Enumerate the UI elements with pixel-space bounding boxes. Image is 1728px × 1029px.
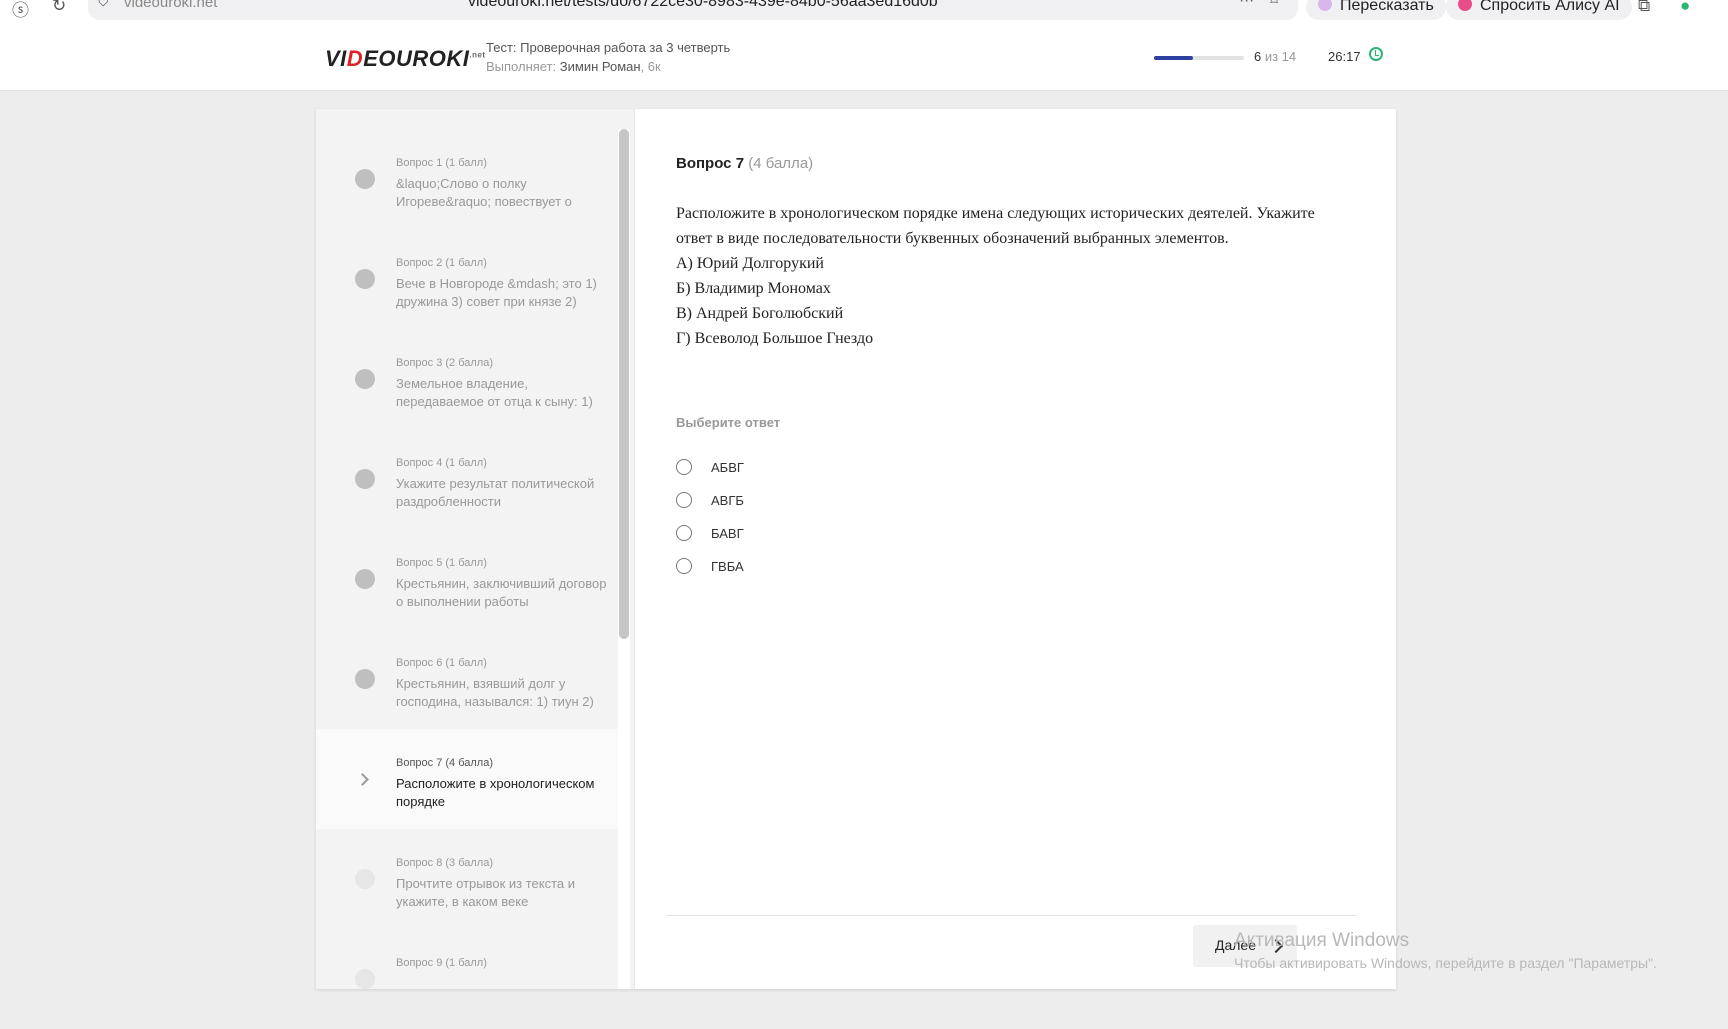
question-head: Вопрос 1 (1 балл): [396, 157, 487, 169]
progress-total: из 14: [1261, 49, 1297, 64]
question-preview: Земельное владение, передаваемое от отца…: [396, 376, 593, 409]
sidebar-question-6[interactable]: Вопрос 6 (1 балл) Крестьянин, взявший до…: [316, 629, 618, 729]
question-head: Вопрос 7 (4 балла): [396, 757, 493, 769]
question-head: Вопрос 5 (1 балл): [396, 557, 487, 569]
alarm-clock-icon: [1369, 47, 1383, 61]
question-head: Вопрос 3 (2 балла): [396, 357, 493, 369]
question-points: (4 балла): [744, 155, 814, 172]
sidebar-question-3[interactable]: Вопрос 3 (2 балла) Земельное владение, п…: [316, 329, 618, 429]
check-icon: [355, 669, 375, 689]
browser-toolbar: ⓢ ↻ ⛉ videouroki.net videouroki.net/test…: [0, 0, 1728, 20]
answer-label[interactable]: АБВГ: [711, 460, 744, 475]
address-bar[interactable]: ⛉ videouroki.net videouroki.net/tests/do…: [88, 0, 1298, 20]
pending-circle-icon: [355, 969, 375, 989]
question-item: А) Юрий Долгорукий: [676, 255, 824, 272]
videouroki-logo[interactable]: VIDEOUROKI.net: [325, 46, 486, 72]
test-performer: Выполняет: Зимин Роман, 6к: [486, 59, 661, 74]
question-preview: Укажите результат политической раздробле…: [396, 476, 595, 509]
question-head: Вопрос 2 (1 балл): [396, 257, 487, 269]
radio-button[interactable]: [676, 492, 692, 508]
address-host: videouroki.net: [124, 0, 218, 11]
logo-suffix: .net: [469, 50, 486, 60]
alice-button[interactable]: Спросить Алису AI: [1446, 0, 1632, 20]
question-number: Вопрос 7: [676, 155, 745, 172]
chevron-right-icon: [355, 769, 375, 789]
site-header: VIDEOUROKI.net Тест: Проверочная работа …: [0, 20, 1728, 91]
question-instruction: Расположите в хронологическом порядке им…: [676, 205, 1315, 247]
radio-button[interactable]: [676, 558, 692, 574]
check-icon: [355, 369, 375, 389]
question-sidebar: Вопрос 1 (1 балл) &laquo;Слово о полку И…: [316, 109, 635, 989]
test-card: Вопрос 1 (1 балл) &laquo;Слово о полку И…: [316, 109, 1396, 989]
performer-class: , 6к: [640, 59, 661, 74]
question-preview: &laquo;Слово о полку Игореве&raquo; пове…: [396, 176, 572, 209]
question-preview: Расположите в хронологическом порядке: [396, 776, 595, 809]
retell-icon: [1318, 0, 1332, 11]
extensions-icon[interactable]: ⧉: [1638, 0, 1650, 16]
sidebar-question-5[interactable]: Вопрос 5 (1 балл) Крестьянин, заключивши…: [316, 529, 618, 629]
alice-label: Спросить Алису AI: [1480, 0, 1620, 14]
timer: 26:17: [1328, 49, 1361, 64]
radio-button[interactable]: [676, 459, 692, 475]
check-icon: [355, 569, 375, 589]
sidebar-question-7[interactable]: Вопрос 7 (4 балла) Расположите в хроноло…: [316, 729, 618, 829]
check-icon: [355, 169, 375, 189]
sidebar-question-2[interactable]: Вопрос 2 (1 балл) Вече в Новгороде &mdas…: [316, 229, 618, 329]
choose-answer-label: Выберите ответ: [676, 415, 781, 430]
question-body: Расположите в хронологическом порядке им…: [676, 201, 1326, 351]
logo-part: VI: [325, 46, 347, 71]
check-icon: [355, 269, 375, 289]
check-icon: [355, 469, 375, 489]
logo-part: EOUROKI: [363, 46, 470, 71]
reload-icon[interactable]: ↻: [52, 0, 66, 16]
retell-label: Пересказать: [1340, 0, 1434, 14]
progress-text: 6 из 14: [1254, 49, 1296, 64]
question-item: Б) Владимир Мономах: [676, 280, 831, 297]
question-head: Вопрос 8 (3 балла): [396, 857, 493, 869]
progress-bar: [1154, 56, 1244, 60]
answer-label[interactable]: БАВГ: [711, 526, 744, 541]
question-preview: Вече в Новгороде &mdash; это 1) дружина …: [396, 276, 597, 309]
pending-circle-icon: [355, 869, 375, 889]
question-preview: Прочтите отрывок из текста и укажите, в …: [396, 876, 576, 909]
performer-name: Зимин Роман: [559, 59, 641, 74]
more-bookmark-icons[interactable]: ⋯ ⌑: [1239, 0, 1284, 9]
address-url[interactable]: videouroki.net/tests/do/6722ce30-8983-43…: [468, 0, 938, 11]
shield-icon: ⛉: [98, 0, 109, 9]
question-preview: Крестьянин, взявший долг у господина, на…: [396, 676, 594, 709]
test-title: Тест: Проверочная работа за 3 четверть: [486, 40, 731, 55]
windows-activation-text: Чтобы активировать Windows, перейдите в …: [1234, 955, 1657, 971]
sidebar-question-4[interactable]: Вопрос 4 (1 балл) Укажите результат поли…: [316, 429, 618, 529]
question-head: Вопрос 6 (1 балл): [396, 657, 487, 669]
alice-icon: [1458, 0, 1472, 11]
content-divider: [666, 915, 1356, 916]
answer-label[interactable]: АВГБ: [711, 493, 744, 508]
question-item: Г) Всеволод Большое Гнездо: [676, 330, 874, 347]
radio-button[interactable]: [676, 525, 692, 541]
sidebar-question-1[interactable]: Вопрос 1 (1 балл) &laquo;Слово о полку И…: [316, 129, 618, 229]
sidebar-scrollbar-thumb[interactable]: [619, 129, 629, 639]
performer-label: Выполняет:: [486, 59, 557, 74]
logo-accent: D: [346, 46, 364, 71]
sidebar-question-8[interactable]: Вопрос 8 (3 балла) Прочтите отрывок из т…: [316, 829, 618, 929]
account-icon[interactable]: ●: [1680, 0, 1690, 16]
question-preview: Крестьянин, заключивший договор о выполн…: [396, 576, 607, 609]
sidebar-question-9[interactable]: Вопрос 9 (1 балл): [316, 929, 618, 1029]
profile-icon[interactable]: ⓢ: [12, 0, 29, 21]
answer-label[interactable]: ГВБА: [711, 559, 744, 574]
question-title: Вопрос 7 (4 балла): [676, 155, 813, 172]
retell-button[interactable]: Пересказать: [1306, 0, 1446, 20]
windows-activation-title: Активация Windows: [1234, 930, 1410, 951]
progress-fill: [1154, 56, 1193, 60]
question-head: Вопрос 4 (1 балл): [396, 457, 487, 469]
question-item: В) Андрей Боголюбский: [676, 305, 844, 322]
question-head: Вопрос 9 (1 балл): [396, 957, 487, 969]
